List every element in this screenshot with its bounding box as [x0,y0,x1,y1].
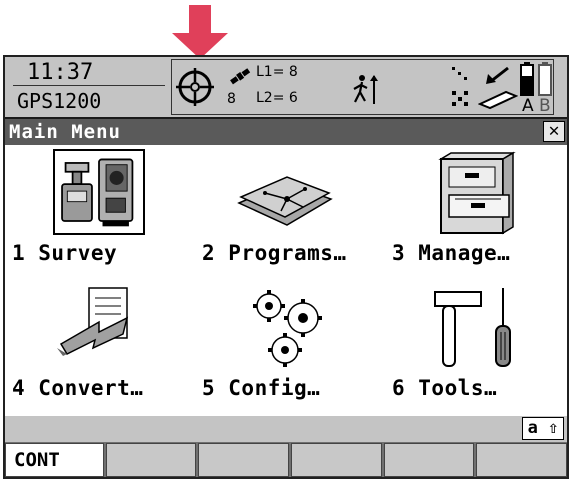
programs-icon [237,176,333,226]
function-keys: CONT [5,442,568,477]
menu-item-label: 4 Convert… [12,376,144,400]
data-in-icon [486,66,509,84]
memory-card-icon [478,90,518,110]
device-screen: 11:37 GPS1200 8 L1= 8 L2= 6 A B Main Men… [3,55,569,479]
menu-item-survey[interactable]: 1 Survey [5,145,195,280]
position-crosshair-icon [176,68,214,106]
network-icon [452,91,468,106]
gears-icon [253,290,322,367]
f3-button[interactable] [198,443,290,477]
l1-count: L1= 8 [256,64,298,80]
radio-link-icon [452,67,467,80]
main-menu: 1 Survey 2 Programs… 3 Manage… 4 Convert… [5,145,567,416]
f1-cont-button[interactable]: CONT [5,443,104,477]
l2-count: L2= 6 [256,90,298,106]
f5-button[interactable] [383,443,475,477]
f2-button[interactable] [105,443,197,477]
tools-icon [434,288,511,367]
menu-item-label: 3 Manage… [392,241,511,265]
menu-item-convert[interactable]: 4 Convert… [5,280,195,415]
input-mode-indicator[interactable]: a ⇧ [522,417,564,440]
battery-b-label: B [539,96,551,116]
position-status-box[interactable]: 8 L1= 8 L2= 6 A B [171,59,554,116]
device-name: GPS1200 [17,89,102,113]
menu-item-config[interactable]: 5 Config… [195,280,385,415]
satellite-count: 8 [227,91,236,107]
menu-item-manage[interactable]: 3 Manage… [385,145,571,280]
menu-item-tools[interactable]: 6 Tools… [385,280,571,415]
survey-instruments-icon [53,149,145,235]
close-button[interactable]: ✕ [543,121,565,142]
battery-a-label: A [522,96,534,116]
title-bar: Main Menu ✕ [5,119,567,145]
convert-icon [57,287,129,356]
menu-item-programs[interactable]: 2 Programs… [195,145,385,280]
f6-button[interactable] [476,443,568,477]
menu-item-label: 6 Tools… [392,376,498,400]
satellite-icon [230,68,251,85]
battery-b-icon [538,62,552,96]
clock: 11:37 [13,60,165,86]
input-bar: a ⇧ [5,416,567,442]
menu-item-label: 2 Programs… [202,241,347,265]
menu-item-label: 5 Config… [202,376,321,400]
status-bar: 11:37 GPS1200 8 L1= 8 L2= 6 A B [5,57,567,119]
file-cabinet-icon [438,151,516,235]
page-title: Main Menu [9,121,121,143]
moving-person-icon [353,75,378,104]
annotation-arrow [172,5,228,59]
battery-a-icon [520,62,534,96]
f4-button[interactable] [291,443,382,477]
menu-item-label: 1 Survey [12,241,118,265]
